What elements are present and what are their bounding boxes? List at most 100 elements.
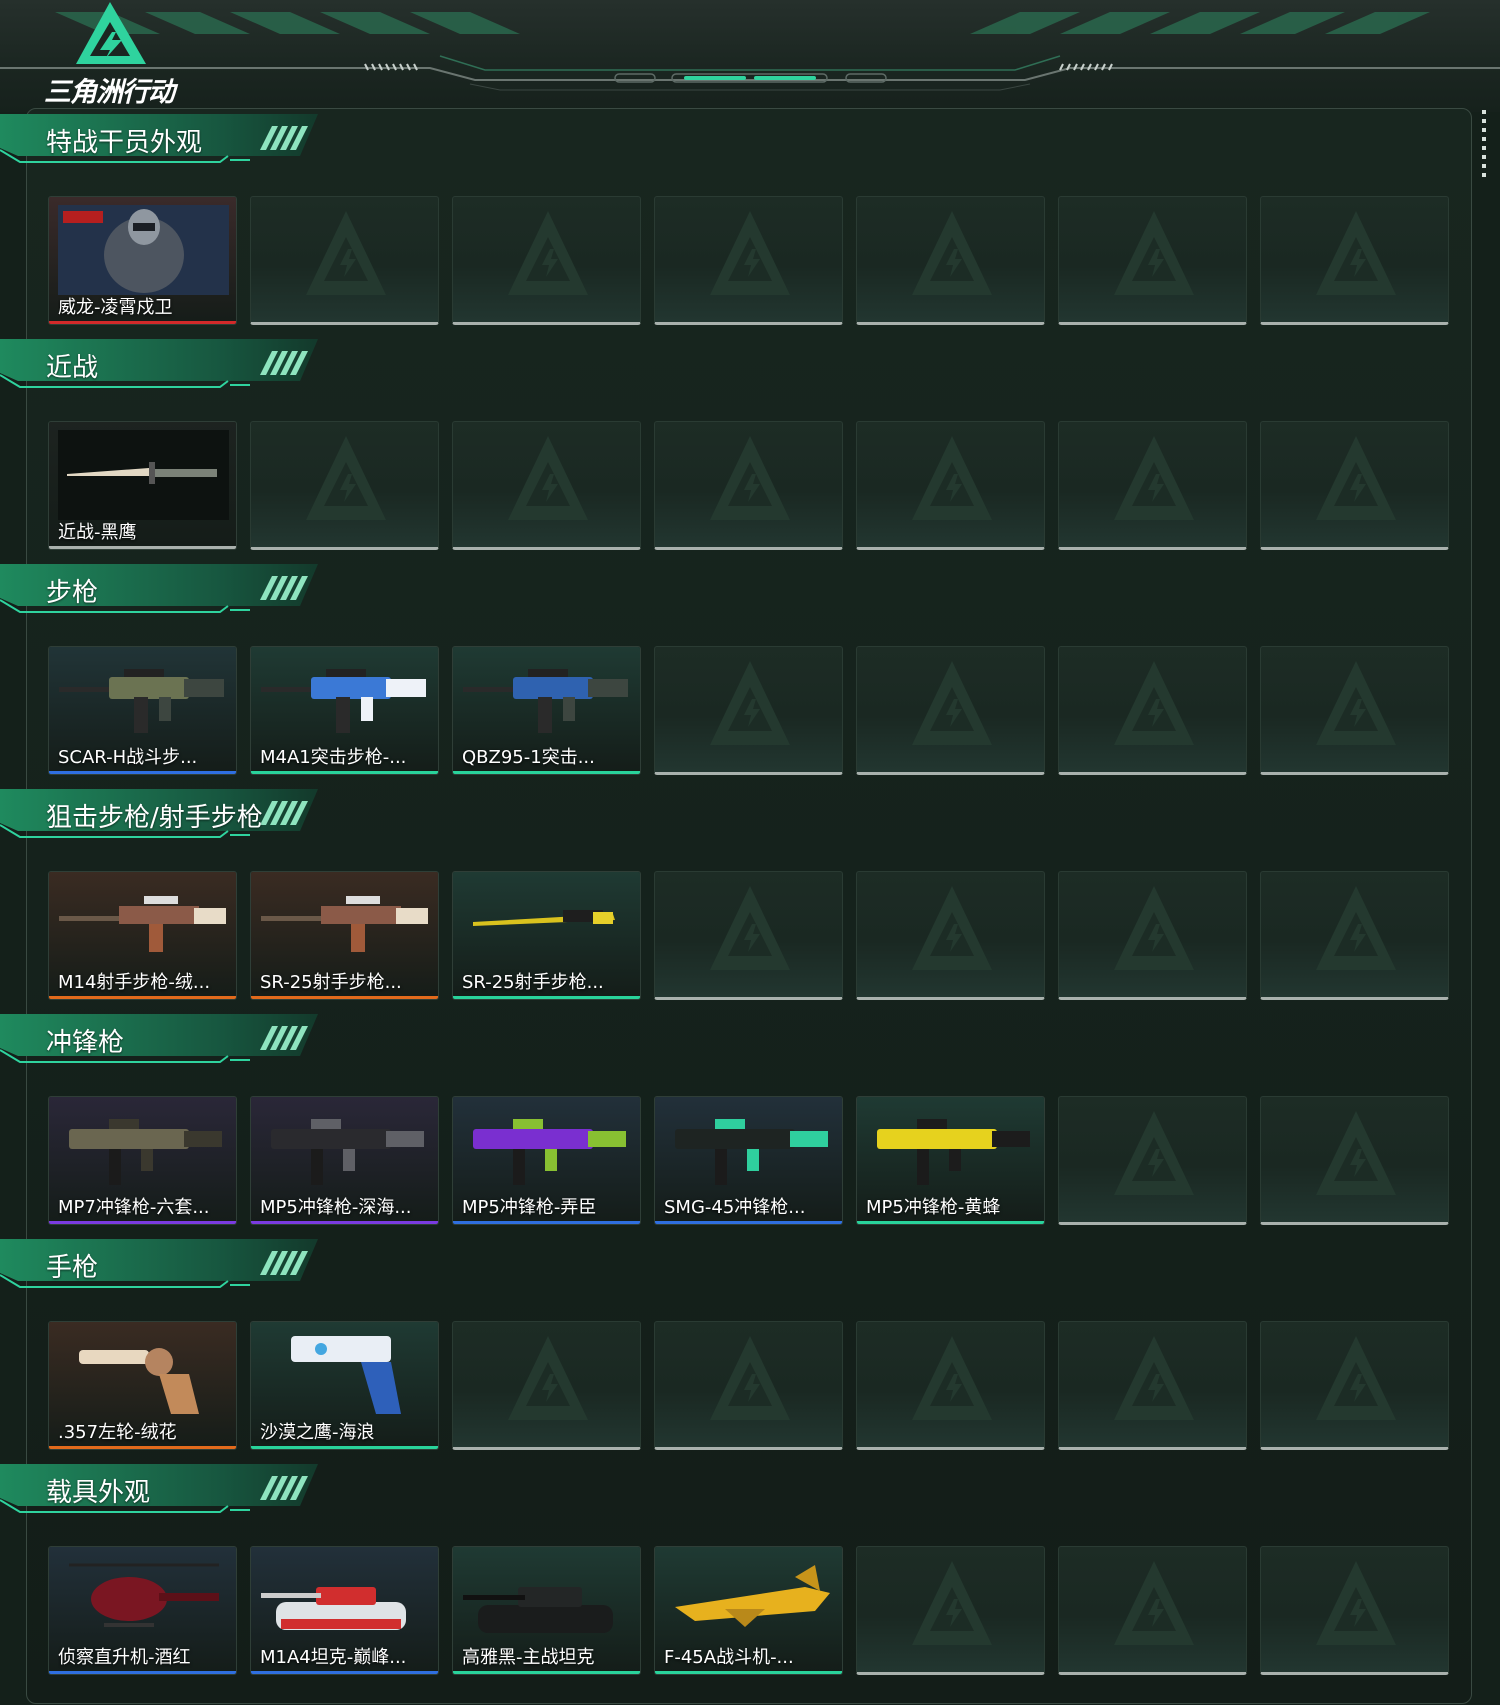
empty-slot[interactable] xyxy=(1260,871,1449,1000)
empty-slot-logo-icon xyxy=(1114,661,1194,745)
rarity-bar xyxy=(49,1446,236,1449)
empty-slot[interactable] xyxy=(1260,646,1449,775)
item-name: 高雅黑-主战坦克 xyxy=(462,1647,595,1668)
empty-slot-logo-icon xyxy=(508,436,588,520)
empty-slot-logo-icon xyxy=(508,211,588,295)
empty-slot-logo-icon xyxy=(306,211,386,295)
section-title: 特战干员外观 xyxy=(46,128,203,158)
rarity-bar xyxy=(251,1671,438,1674)
empty-slot[interactable] xyxy=(1058,196,1247,325)
item-name: SR-25射手步枪... xyxy=(260,972,402,993)
rarity-bar xyxy=(49,771,236,774)
item-card[interactable]: MP5冲锋枪-深海... xyxy=(250,1096,439,1225)
item-name: SCAR-H战斗步... xyxy=(58,747,198,768)
item-name: SR-25射手步枪... xyxy=(462,972,604,993)
empty-slot-logo-icon xyxy=(1114,1561,1194,1645)
item-name: 威龙-凌霄戍卫 xyxy=(58,297,173,318)
empty-slot-logo-icon xyxy=(710,1336,790,1420)
empty-slot[interactable] xyxy=(654,421,843,550)
empty-slot[interactable] xyxy=(250,421,439,550)
item-card[interactable]: SR-25射手步枪... xyxy=(250,871,439,1000)
item-card[interactable]: SR-25射手步枪... xyxy=(452,871,641,1000)
empty-slot[interactable] xyxy=(1058,646,1247,775)
item-card[interactable]: M1A4坦克-巅峰... xyxy=(250,1546,439,1675)
section-header: 狙击步枪/射手步枪 xyxy=(0,787,330,841)
item-name: QBZ95-1突击... xyxy=(462,747,595,768)
empty-slot-logo-icon xyxy=(508,1336,588,1420)
empty-slot-logo-icon xyxy=(306,436,386,520)
section-header: 冲锋枪 xyxy=(0,1012,330,1066)
section-title: 载具外观 xyxy=(46,1478,151,1508)
item-name: M14射手步枪-绒... xyxy=(58,972,211,993)
empty-slot-logo-icon xyxy=(1316,661,1396,745)
empty-slot[interactable] xyxy=(1058,871,1247,1000)
empty-slot[interactable] xyxy=(856,421,1045,550)
item-card[interactable]: .357左轮-绒花 xyxy=(48,1321,237,1450)
empty-slot[interactable] xyxy=(1260,1546,1449,1675)
item-name: .357左轮-绒花 xyxy=(58,1422,177,1443)
empty-slot[interactable] xyxy=(452,196,641,325)
item-card[interactable]: MP5冲锋枪-黄蜂 xyxy=(856,1096,1045,1225)
item-card[interactable]: 高雅黑-主战坦克 xyxy=(452,1546,641,1675)
empty-slot[interactable] xyxy=(452,1321,641,1450)
empty-slot-logo-icon xyxy=(1114,886,1194,970)
empty-slot-logo-icon xyxy=(1316,886,1396,970)
empty-slot[interactable] xyxy=(856,871,1045,1000)
item-card[interactable]: MP5冲锋枪-弄臣 xyxy=(452,1096,641,1225)
empty-slot[interactable] xyxy=(452,421,641,550)
item-card[interactable]: F-45A战斗机-... xyxy=(654,1546,843,1675)
item-card[interactable]: MP7冲锋枪-六套... xyxy=(48,1096,237,1225)
item-name: MP7冲锋枪-六套... xyxy=(58,1197,210,1218)
empty-slot-logo-icon xyxy=(1114,1111,1194,1195)
rarity-bar xyxy=(857,1221,1044,1224)
section-header: 步枪 xyxy=(0,562,330,616)
section-header: 手枪 xyxy=(0,1237,330,1291)
empty-slot[interactable] xyxy=(250,196,439,325)
empty-slot[interactable] xyxy=(654,871,843,1000)
empty-slot[interactable] xyxy=(856,646,1045,775)
empty-slot[interactable] xyxy=(654,1321,843,1450)
empty-slot-logo-icon xyxy=(1316,1561,1396,1645)
rarity-bar xyxy=(251,1446,438,1449)
empty-slot-logo-icon xyxy=(1114,436,1194,520)
empty-slot[interactable] xyxy=(1058,1096,1247,1225)
item-card[interactable]: SCAR-H战斗步... xyxy=(48,646,237,775)
empty-slot[interactable] xyxy=(1260,1321,1449,1450)
empty-slot-logo-icon xyxy=(1316,1336,1396,1420)
empty-slot[interactable] xyxy=(1058,1546,1247,1675)
empty-slot-logo-icon xyxy=(710,661,790,745)
empty-slot[interactable] xyxy=(654,646,843,775)
rarity-bar xyxy=(49,321,236,324)
empty-slot-logo-icon xyxy=(1114,1336,1194,1420)
item-name: M1A4坦克-巅峰... xyxy=(260,1647,407,1668)
item-card[interactable]: 近战-黑鹰 xyxy=(48,421,237,550)
empty-slot[interactable] xyxy=(1260,421,1449,550)
empty-slot-logo-icon xyxy=(912,1336,992,1420)
rarity-bar xyxy=(453,1221,640,1224)
scrollbar[interactable] xyxy=(1482,110,1486,178)
empty-slot[interactable] xyxy=(1058,1321,1247,1450)
section-title: 步枪 xyxy=(46,578,99,608)
operator-portrait-icon xyxy=(58,205,229,295)
empty-slot-logo-icon xyxy=(1316,1111,1396,1195)
item-card[interactable]: QBZ95-1突击... xyxy=(452,646,641,775)
item-card[interactable]: M14射手步枪-绒... xyxy=(48,871,237,1000)
empty-slot[interactable] xyxy=(1260,1096,1449,1225)
empty-slot[interactable] xyxy=(856,1546,1045,1675)
empty-slot[interactable] xyxy=(654,196,843,325)
empty-slot[interactable] xyxy=(1260,196,1449,325)
item-card[interactable]: 沙漠之鹰-海浪 xyxy=(250,1321,439,1450)
empty-slot-logo-icon xyxy=(912,886,992,970)
section-title: 冲锋枪 xyxy=(46,1028,125,1058)
item-name: 侦察直升机-酒红 xyxy=(58,1647,191,1668)
empty-slot[interactable] xyxy=(856,196,1045,325)
item-name: MP5冲锋枪-弄臣 xyxy=(462,1197,597,1218)
empty-slot[interactable] xyxy=(1058,421,1247,550)
item-name: SMG-45冲锋枪... xyxy=(664,1197,806,1218)
rarity-bar xyxy=(251,1221,438,1224)
item-card[interactable]: M4A1突击步枪-... xyxy=(250,646,439,775)
item-card[interactable]: 侦察直升机-酒红 xyxy=(48,1546,237,1675)
item-card[interactable]: 威龙-凌霄戍卫 xyxy=(48,196,237,325)
item-card[interactable]: SMG-45冲锋枪... xyxy=(654,1096,843,1225)
empty-slot[interactable] xyxy=(856,1321,1045,1450)
